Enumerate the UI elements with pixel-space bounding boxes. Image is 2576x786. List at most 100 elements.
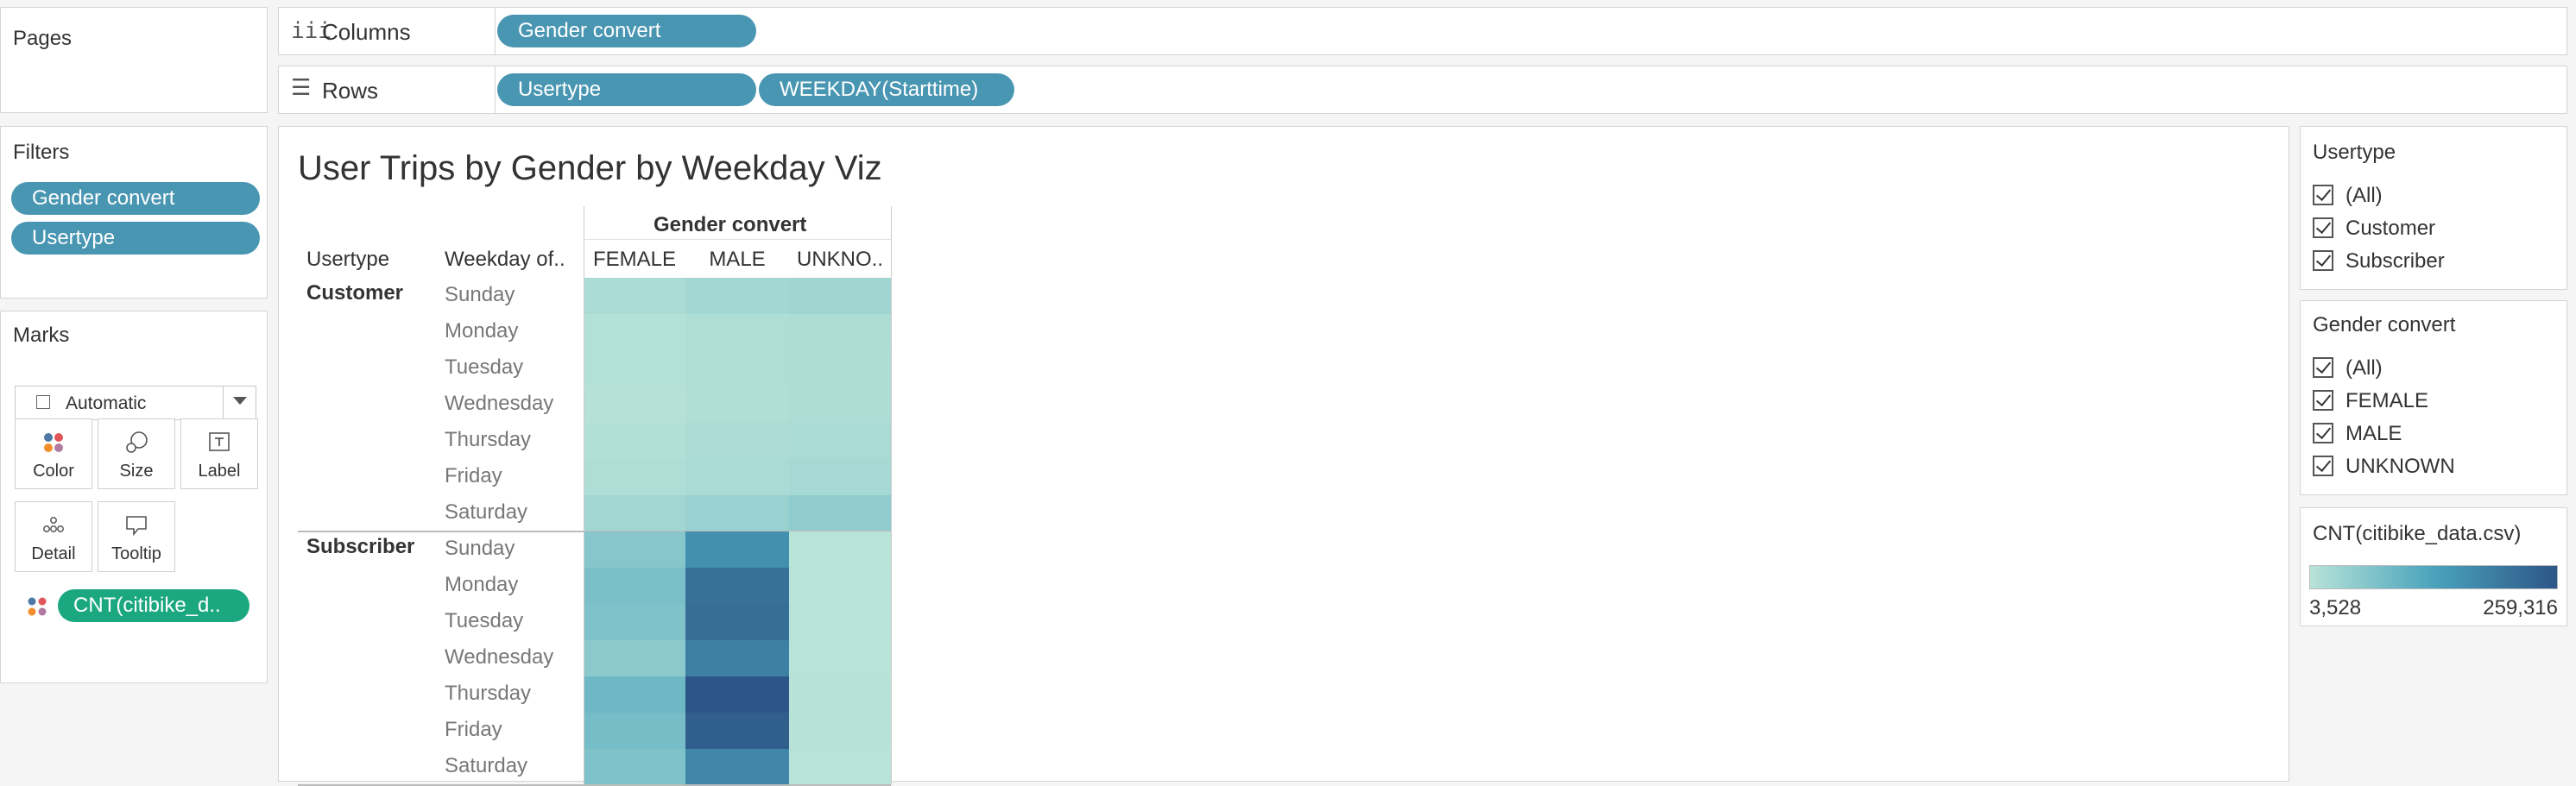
heatmap-cell <box>685 314 789 350</box>
pages-shelf[interactable]: Pages <box>0 7 268 113</box>
heatmap-cell <box>584 676 685 713</box>
color-legend-title: CNT(citibike_data.csv) <box>2313 522 2522 545</box>
label-label: Label <box>198 462 241 481</box>
color-icon <box>16 430 92 456</box>
weekday-row-label: Monday <box>445 573 519 596</box>
weekday-row-label: Thursday <box>445 682 532 705</box>
heatmap-cell <box>685 640 789 676</box>
heatmap-cell <box>685 713 789 749</box>
gender-filter-title: Gender convert <box>2313 313 2456 336</box>
heatmap-table: Gender convert Usertype Weekday of.. FEM… <box>279 127 1228 786</box>
size-label: Size <box>119 462 154 481</box>
heatmap-cell <box>584 387 685 423</box>
color-legend-max: 259,316 <box>2483 596 2558 619</box>
checkbox-icon <box>2313 250 2333 271</box>
checkbox-icon <box>2313 423 2333 443</box>
heatmap-cell <box>789 749 891 785</box>
columns-label: Columns <box>322 19 411 45</box>
chevron-down-icon <box>233 397 247 405</box>
heatmap-cell <box>685 568 789 604</box>
filters-shelf[interactable]: Filters Gender convert Usertype <box>0 126 268 299</box>
heatmap-cell <box>789 459 891 495</box>
heatmap-cell <box>584 350 685 387</box>
heatmap-cell <box>685 387 789 423</box>
label-button[interactable]: Label <box>180 418 258 489</box>
weekday-row-label: Monday <box>445 319 519 343</box>
heatmap-cell <box>584 713 685 749</box>
weekday-row-label: Tuesday <box>445 355 524 379</box>
checkbox-icon <box>2313 390 2333 411</box>
pages-title: Pages <box>13 27 73 50</box>
heatmap-cell <box>584 495 685 531</box>
heatmap-cell <box>789 713 891 749</box>
usertype-row-label: Subscriber <box>306 535 415 558</box>
viz-canvas: User Trips by Gender by Weekday Viz Gend… <box>278 126 2289 786</box>
columns-pill-gender-convert[interactable]: Gender convert <box>497 15 756 47</box>
heatmap-cell <box>685 495 789 531</box>
weekday-row-label: Tuesday <box>445 609 524 632</box>
rows-pill-usertype[interactable]: Usertype <box>497 73 756 106</box>
header-gridline <box>584 239 891 240</box>
heatmap-cell <box>685 531 789 568</box>
heatmap-cell <box>789 604 891 640</box>
col-header-female: FEMALE <box>592 248 677 271</box>
filter-pill-gender-convert[interactable]: Gender convert <box>11 182 260 215</box>
weekday-row-label: Thursday <box>445 428 532 451</box>
marks-card: Marks Automatic Color Size Label Detail … <box>0 311 268 683</box>
rows-icon: ☰ <box>291 75 312 101</box>
mark-type-dropdown[interactable]: Automatic <box>15 386 256 420</box>
weekday-row-label: Sunday <box>445 283 515 306</box>
color-legend-card[interactable]: CNT(citibike_data.csv) 3,528 259,316 <box>2300 507 2567 626</box>
detail-button[interactable]: Detail <box>15 501 92 572</box>
marks-color-field-pill[interactable]: CNT(citibike_d.. <box>58 589 249 622</box>
table-right-border <box>891 278 892 785</box>
rows-label: Rows <box>322 78 379 104</box>
heatmap-cell <box>685 676 789 713</box>
color-legend-min: 3,528 <box>2309 596 2362 619</box>
rows-shelf[interactable]: ☰ Rows Usertype WEEKDAY(Starttime) <box>278 66 2567 114</box>
checkbox-icon <box>2313 217 2333 238</box>
tooltip-label: Tooltip <box>111 544 161 563</box>
color-gradient-bar <box>2309 565 2558 589</box>
gender-filter-card[interactable]: Gender convert (All) FEMALE MALE UNKNOWN <box>2300 300 2567 495</box>
columns-shelf[interactable]: iii Columns Gender convert <box>278 7 2567 55</box>
heatmap-cell <box>789 568 891 604</box>
heatmap-cell <box>584 314 685 350</box>
rows-pill-weekday[interactable]: WEEKDAY(Starttime) <box>759 73 1014 106</box>
mark-type-square-icon <box>36 395 50 409</box>
col-header-male: MALE <box>709 248 766 271</box>
heatmap-cell <box>685 278 789 314</box>
checkbox-icon <box>2313 185 2333 205</box>
heatmap-cell <box>584 640 685 676</box>
size-icon <box>98 430 174 456</box>
weekday-row-label: Friday <box>445 718 502 741</box>
text-label-icon <box>181 430 257 456</box>
usertype-filter-card[interactable]: Usertype (All) Customer Subscriber <box>2300 126 2567 290</box>
marks-title: Marks <box>13 324 70 347</box>
detail-icon <box>16 512 92 538</box>
column-group-header: Gender convert <box>653 213 807 236</box>
heatmap-cell <box>584 423 685 459</box>
heatmap-cell <box>789 387 891 423</box>
checkbox-icon <box>2313 357 2333 378</box>
filter-pill-usertype[interactable]: Usertype <box>11 222 260 255</box>
weekday-row-label: Wednesday <box>445 645 554 669</box>
heatmap-cell <box>584 604 685 640</box>
heatmap-cell <box>685 350 789 387</box>
heatmap-cell <box>789 423 891 459</box>
heatmap-cell <box>685 423 789 459</box>
usertype-row-label: Customer <box>306 281 404 305</box>
mark-type-value: Automatic <box>66 393 147 413</box>
size-button[interactable]: Size <box>98 418 175 489</box>
color-button[interactable]: Color <box>15 418 92 489</box>
weekday-row-label: Friday <box>445 464 502 487</box>
tooltip-button[interactable]: Tooltip <box>98 501 175 572</box>
heatmap-cell <box>789 314 891 350</box>
heatmap-cell <box>685 749 789 785</box>
heatmap-cell <box>789 640 891 676</box>
col-header-unknown: UNKNO.. <box>796 248 883 271</box>
weekday-row-label: Wednesday <box>445 392 554 415</box>
header-gridline <box>891 206 892 278</box>
detail-label: Detail <box>31 544 76 563</box>
heatmap-cell <box>584 749 685 785</box>
